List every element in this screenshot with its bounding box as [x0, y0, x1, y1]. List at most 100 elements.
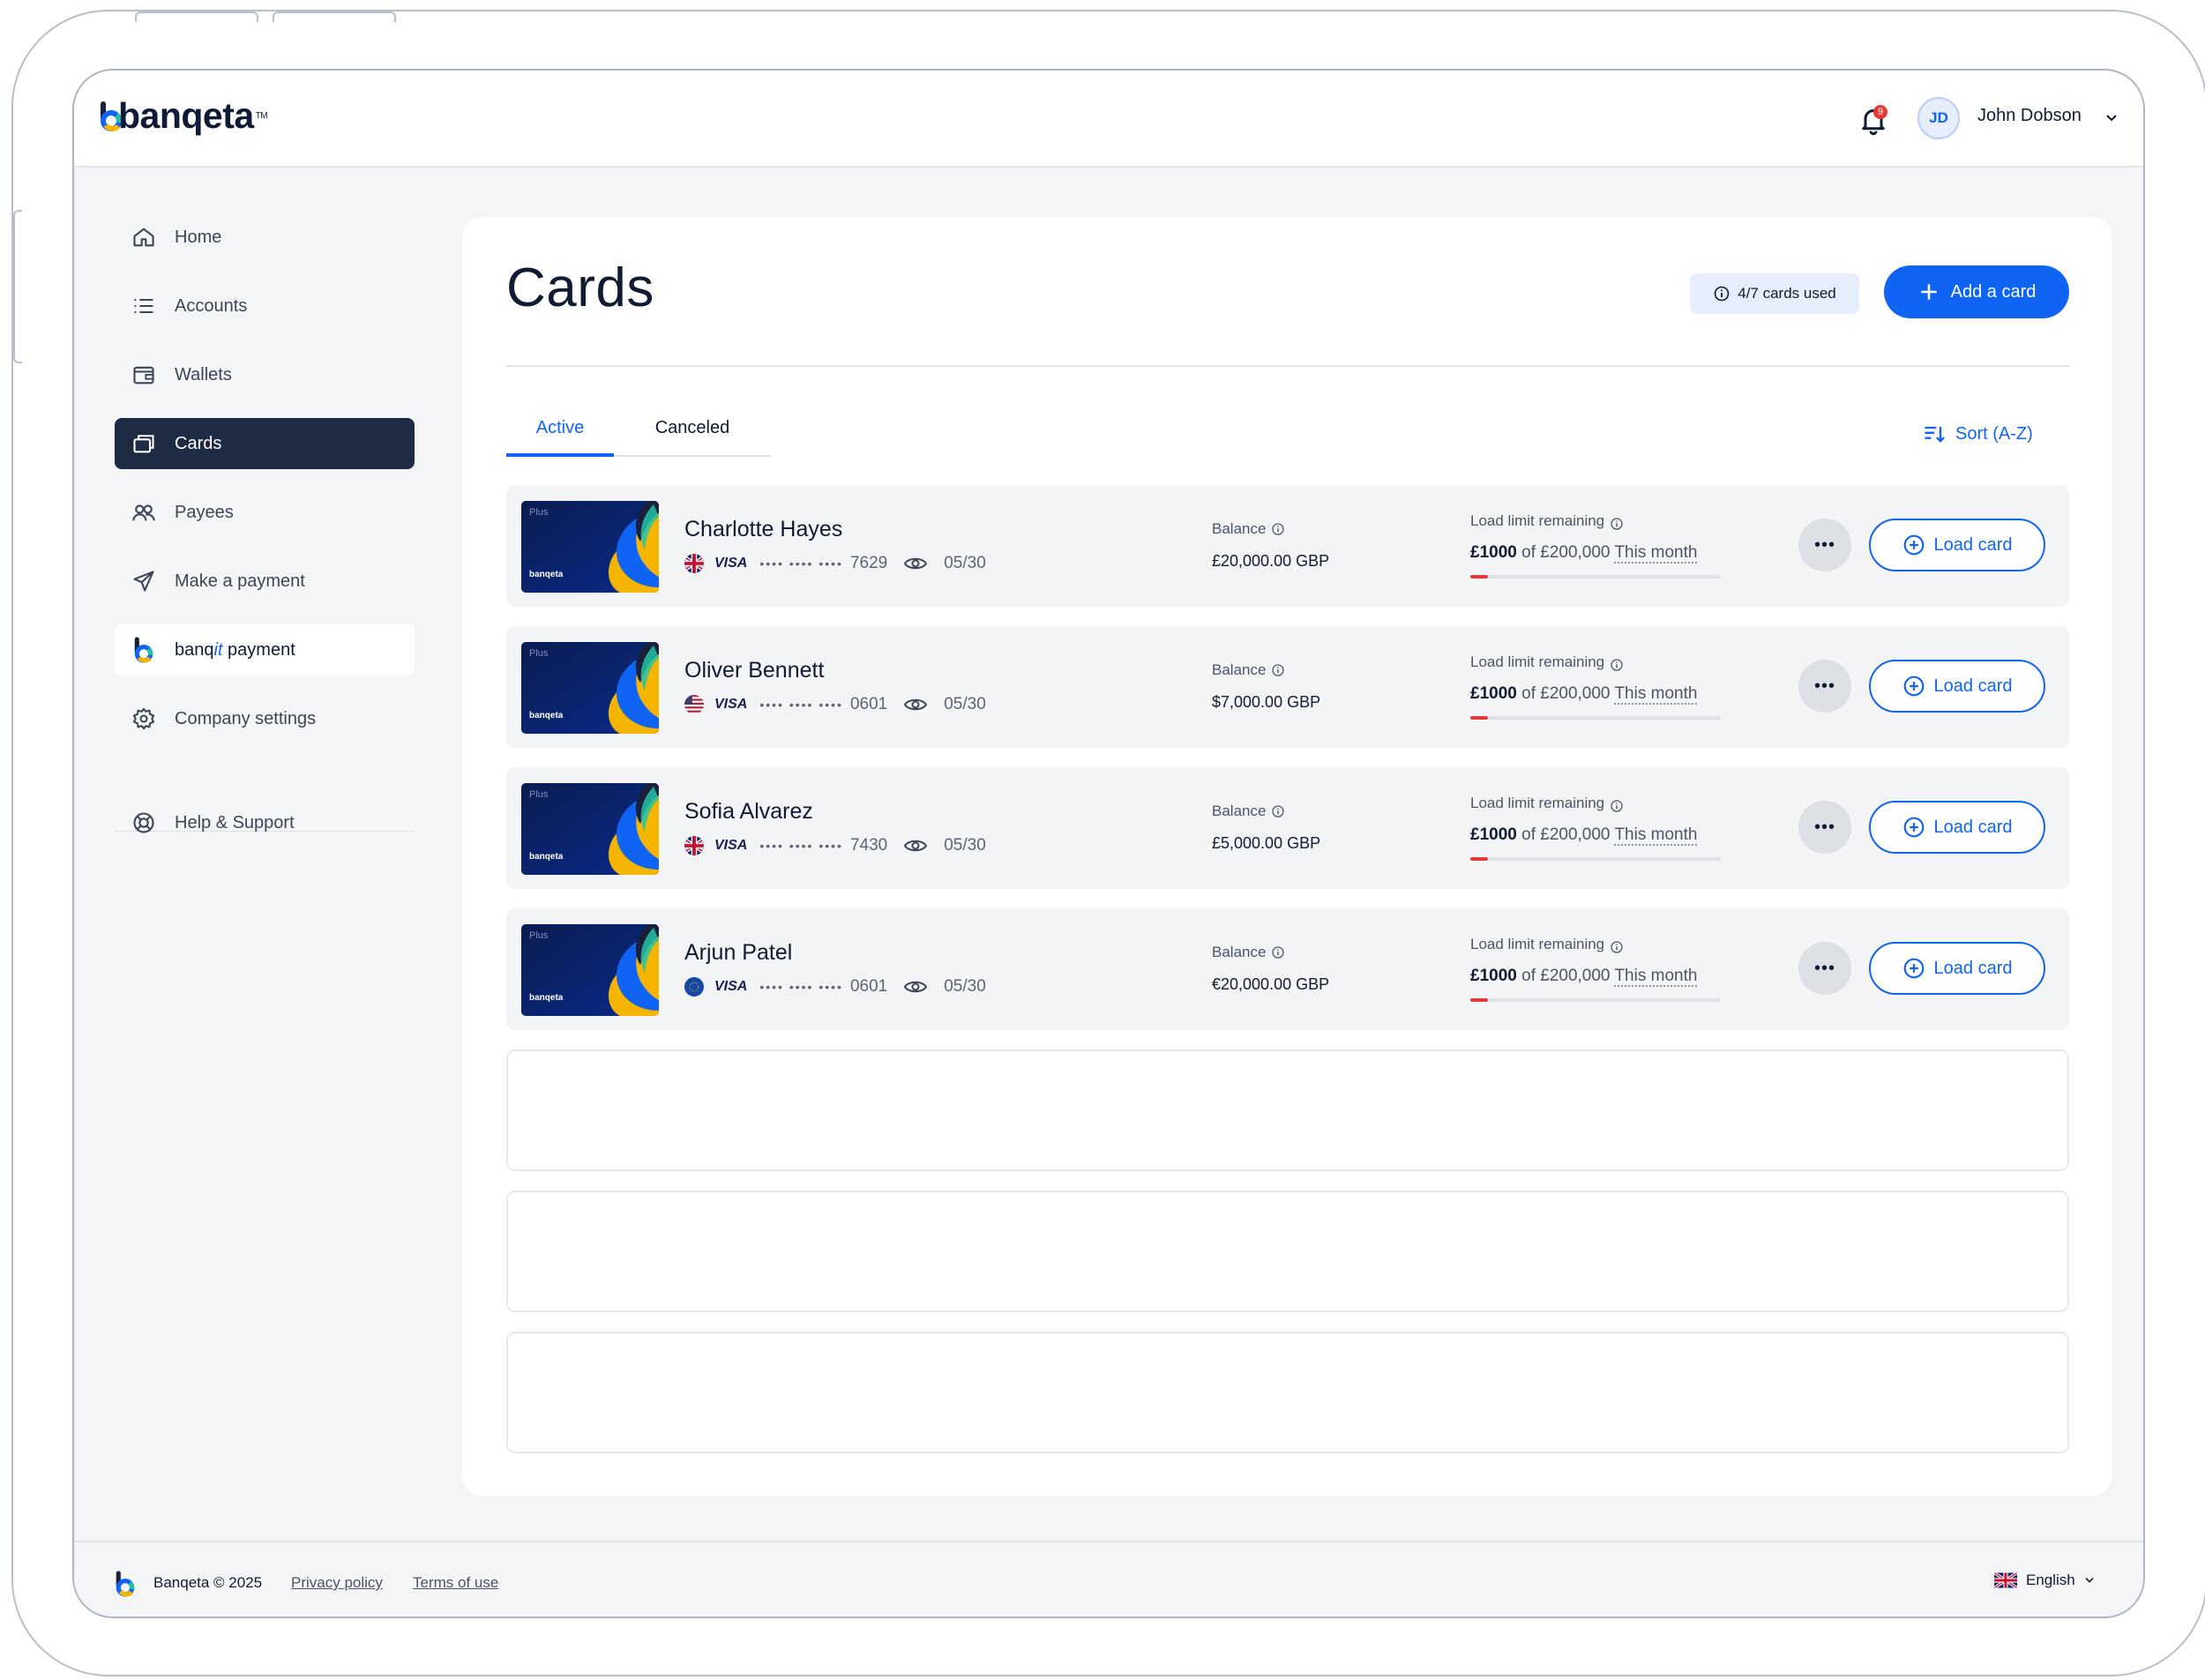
card-expiry: 05/30: [944, 554, 986, 572]
limit-period[interactable]: This month: [1614, 967, 1698, 987]
limit-period[interactable]: This month: [1614, 684, 1698, 705]
uk-flag-icon: [684, 836, 704, 855]
limit-amount: £1000: [1470, 825, 1517, 844]
limit-period[interactable]: This month: [1614, 825, 1698, 846]
balance-label-group: Balance: [1212, 944, 1285, 961]
masked-card-number: •••• •••• ••••: [759, 839, 843, 853]
limit-progress-bar: [1470, 575, 1721, 579]
eu-flag-icon: [684, 977, 704, 997]
info-icon[interactable]: [1610, 940, 1624, 954]
add-card-label: Add a card: [1950, 281, 2037, 302]
banqit-italic: it: [213, 639, 223, 660]
load-card-button[interactable]: Load card: [1869, 942, 2045, 995]
eye-icon[interactable]: [903, 978, 928, 996]
limit-label: Load limit remaining: [1470, 936, 1605, 952]
limit-of: of £200,000: [1516, 825, 1615, 844]
sidebar-item-label: Home: [175, 227, 222, 247]
card-row[interactable]: Plus banqeta Sofia Alvarez VISA •••• •••…: [506, 767, 2069, 889]
tab-canceled[interactable]: Canceled: [614, 418, 771, 453]
user-name[interactable]: John Dobson: [1977, 106, 2082, 126]
avatar[interactable]: JD: [1917, 97, 1960, 139]
privacy-policy-link[interactable]: Privacy policy: [291, 1574, 383, 1592]
sort-button[interactable]: Sort (A-Z): [1922, 422, 2033, 446]
balance-value: £20,000.00 GBP: [1212, 552, 1330, 570]
card-tier-text: Plus: [529, 789, 549, 800]
cards-icon: [131, 430, 157, 457]
balance-label-group: Balance: [1212, 803, 1285, 820]
info-icon[interactable]: [1271, 945, 1285, 959]
card-brand-text: banqeta: [529, 711, 564, 721]
load-card-button[interactable]: Load card: [1869, 660, 2045, 713]
sidebar-item-payees[interactable]: Payees: [115, 487, 415, 538]
card-row[interactable]: Plus banqeta Oliver Bennett VISA •••• ••…: [506, 626, 2069, 748]
card-thumbnail[interactable]: Plus banqeta: [521, 924, 659, 1016]
sidebar-item-accounts[interactable]: Accounts: [115, 280, 415, 332]
empty-card-slot: [506, 1332, 2069, 1453]
limit-of: of £200,000: [1516, 543, 1615, 562]
info-icon[interactable]: [1271, 522, 1285, 536]
card-thumbnail[interactable]: Plus banqeta: [521, 642, 659, 734]
us-flag-icon: [684, 695, 704, 714]
info-icon[interactable]: [1271, 804, 1285, 818]
limit-progress-bar: [1470, 716, 1721, 720]
card-last4: 7629: [849, 554, 888, 572]
plus-circle-icon: [1903, 958, 1924, 979]
uk-flag-icon: [684, 554, 704, 573]
card-status-tabs: Active Canceled: [506, 418, 771, 457]
limit-label-group: Load limit remaining: [1470, 935, 1624, 954]
empty-card-slot: [506, 1191, 2069, 1312]
card-network: VISA: [714, 979, 748, 994]
card-thumbnail[interactable]: Plus banqeta: [521, 783, 659, 875]
info-icon[interactable]: [1271, 663, 1285, 677]
balance-value: €20,000.00 GBP: [1212, 975, 1330, 993]
sidebar-item-cards[interactable]: Cards: [115, 418, 415, 469]
limit-of: of £200,000: [1516, 967, 1615, 985]
users-icon: [131, 499, 157, 526]
limit-label-group: Load limit remaining: [1470, 794, 1624, 813]
more-options-button[interactable]: •••: [1798, 801, 1851, 854]
add-card-button[interactable]: Add a card: [1884, 265, 2069, 318]
sidebar-item-banqit-payment[interactable]: banqit payment: [115, 624, 415, 676]
sidebar-item-wallets[interactable]: Wallets: [115, 349, 415, 400]
eye-icon[interactable]: [903, 696, 928, 713]
app-name: banqeta: [118, 95, 254, 136]
load-card-button[interactable]: Load card: [1869, 519, 2045, 571]
sidebar-item-label: Company settings: [175, 708, 317, 728]
info-icon[interactable]: [1610, 658, 1624, 672]
tab-active[interactable]: Active: [506, 418, 614, 457]
info-icon[interactable]: [1610, 517, 1624, 531]
more-options-button[interactable]: •••: [1798, 942, 1851, 995]
info-icon[interactable]: [1610, 799, 1624, 813]
card-row[interactable]: Plus banqeta Arjun Patel VISA •••• •••• …: [506, 908, 2069, 1030]
load-card-label: Load card: [1933, 676, 2013, 696]
card-tier-text: Plus: [529, 930, 549, 941]
sidebar-item-make-a-payment[interactable]: Make a payment: [115, 556, 415, 607]
footer: Banqeta © 2025 Privacy policy Terms of u…: [74, 1541, 2143, 1617]
limit-label-group: Load limit remaining: [1470, 653, 1624, 672]
card-row[interactable]: Plus banqeta Charlotte Hayes VISA •••• •…: [506, 485, 2069, 607]
load-card-button[interactable]: Load card: [1869, 801, 2045, 854]
info-icon: [1714, 286, 1730, 302]
card-thumbnail[interactable]: Plus banqeta: [521, 501, 659, 593]
language-selector[interactable]: English: [1994, 1572, 2097, 1589]
main-panel: Cards 4/7 cards used Add a card Active C…: [462, 217, 2112, 1496]
banqeta-logo-icon: [131, 637, 157, 663]
eye-icon[interactable]: [903, 555, 928, 572]
sidebar-item-label: Make a payment: [175, 571, 305, 591]
limit-value: £1000 of £200,000 This month: [1470, 543, 1698, 564]
top-bar: banqeta TM 9 JD John Dobson: [74, 71, 2143, 168]
limit-label-group: Load limit remaining: [1470, 511, 1624, 531]
more-options-button[interactable]: •••: [1798, 519, 1851, 571]
card-brand-text: banqeta: [529, 570, 564, 579]
sidebar-item-home[interactable]: Home: [115, 212, 415, 263]
limit-progress-bar: [1470, 857, 1721, 861]
sidebar-item-company-settings[interactable]: Company settings: [115, 693, 415, 744]
sidebar-item-help-support[interactable]: Help & Support: [115, 797, 415, 848]
more-options-button[interactable]: •••: [1798, 660, 1851, 713]
terms-of-use-link[interactable]: Terms of use: [413, 1574, 498, 1592]
limit-period[interactable]: This month: [1614, 543, 1698, 564]
eye-icon[interactable]: [903, 837, 928, 855]
app-logo[interactable]: banqeta TM: [99, 95, 268, 137]
lifebuoy-icon: [131, 810, 157, 836]
chevron-down-icon[interactable]: [2103, 109, 2120, 127]
